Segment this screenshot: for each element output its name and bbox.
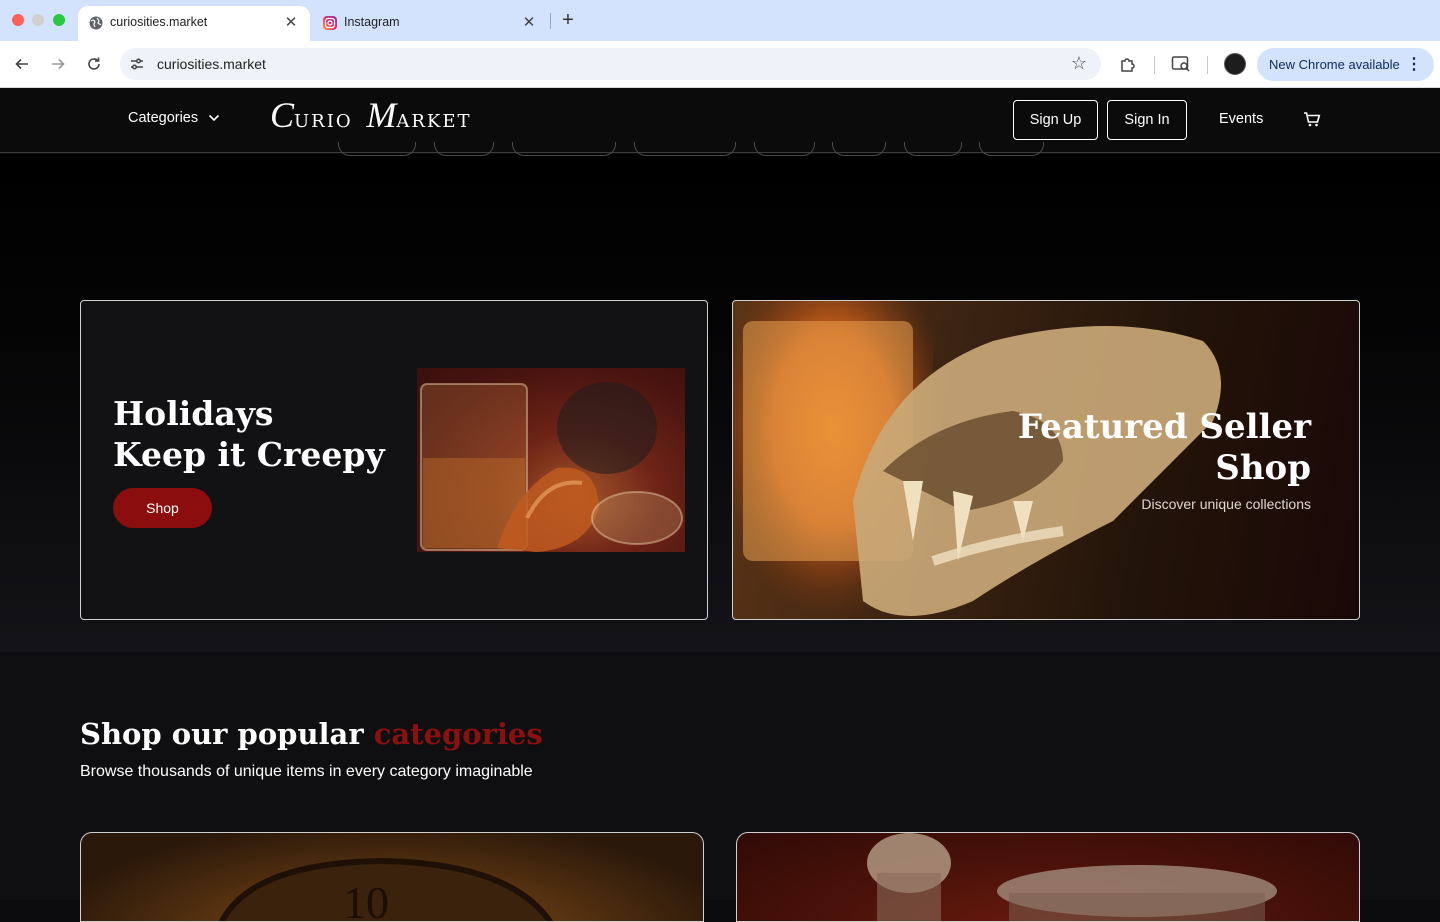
- profile-avatar[interactable]: [1224, 53, 1246, 75]
- new-tab-button[interactable]: +: [558, 9, 578, 31]
- close-icon[interactable]: ✕: [282, 13, 300, 31]
- update-label: New Chrome available: [1269, 57, 1400, 72]
- jar-image: [867, 833, 1277, 921]
- popular-categories-section: Shop our popular categories Browse thous…: [0, 652, 1440, 922]
- site-settings-icon[interactable]: [128, 55, 146, 73]
- category-chip[interactable]: [904, 142, 962, 156]
- chevron-down-icon: [208, 110, 220, 126]
- cart-icon[interactable]: [1302, 110, 1324, 130]
- tab-search-icon[interactable]: [1170, 53, 1192, 75]
- featured-seller-card[interactable]: Featured Seller Shop Discover unique col…: [732, 300, 1360, 620]
- reload-icon[interactable]: [83, 53, 105, 75]
- section-heading: Shop our popular categories: [80, 717, 543, 751]
- events-link[interactable]: Events: [1219, 111, 1263, 127]
- close-icon[interactable]: ✕: [520, 13, 538, 31]
- category-card-clocks[interactable]: 10: [80, 832, 704, 922]
- browser-tab-strip: curiosities.market ✕ Instagram ✕ +: [0, 0, 1440, 41]
- category-chip[interactable]: [338, 142, 416, 156]
- window-close-button[interactable]: [12, 14, 24, 26]
- section-subheading: Browse thousands of unique items in ever…: [80, 763, 533, 780]
- url-text: curiosities.market: [157, 56, 266, 72]
- category-chip[interactable]: [512, 142, 616, 156]
- browser-tab-active[interactable]: curiosities.market ✕: [78, 6, 310, 41]
- holiday-promo-image: [417, 368, 685, 552]
- holiday-title: Holidays Keep it Creepy: [113, 394, 385, 474]
- category-chip[interactable]: [832, 142, 886, 156]
- bookmark-star-icon[interactable]: ☆: [1071, 53, 1087, 74]
- forward-arrow-icon[interactable]: [47, 53, 69, 75]
- sign-in-button[interactable]: Sign In: [1107, 100, 1187, 140]
- address-bar[interactable]: curiosities.market ☆: [120, 48, 1101, 80]
- category-chip[interactable]: [434, 142, 494, 156]
- instagram-icon: [322, 15, 338, 31]
- shop-button[interactable]: Shop: [113, 488, 212, 528]
- more-menu-icon[interactable]: ⋮: [1406, 54, 1422, 74]
- category-chip[interactable]: [634, 142, 736, 156]
- category-chip[interactable]: [979, 142, 1044, 156]
- globe-icon: [88, 15, 104, 31]
- tab-title: Instagram: [344, 15, 400, 29]
- tab-separator: [550, 13, 551, 29]
- window-minimize-button[interactable]: [32, 14, 44, 26]
- toolbar-divider: [1154, 56, 1155, 74]
- featured-seller-subtitle: Discover unique collections: [1141, 496, 1311, 512]
- categories-label: Categories: [128, 110, 199, 126]
- holiday-promo-card[interactable]: Holidays Keep it Creepy Shop: [80, 300, 708, 620]
- sign-up-button[interactable]: Sign Up: [1013, 100, 1098, 140]
- category-card-jars[interactable]: [736, 832, 1360, 922]
- tab-title: curiosities.market: [110, 15, 208, 29]
- site-logo[interactable]: CURIO MARKET: [270, 94, 472, 135]
- update-chrome-button[interactable]: New Chrome available ⋮: [1257, 48, 1434, 81]
- browser-toolbar: curiosities.market ☆ New Chrome availabl…: [0, 41, 1440, 88]
- window-zoom-button[interactable]: [53, 14, 65, 26]
- featured-seller-title: Featured Seller Shop: [1017, 407, 1311, 488]
- back-arrow-icon[interactable]: [11, 53, 33, 75]
- clock-image: 10: [218, 857, 554, 921]
- toolbar-divider: [1207, 56, 1208, 74]
- category-chip[interactable]: [754, 142, 815, 156]
- browser-tab-instagram[interactable]: Instagram ✕: [312, 6, 548, 41]
- extensions-puzzle-icon[interactable]: [1117, 53, 1139, 75]
- categories-menu-button[interactable]: Categories: [128, 110, 220, 126]
